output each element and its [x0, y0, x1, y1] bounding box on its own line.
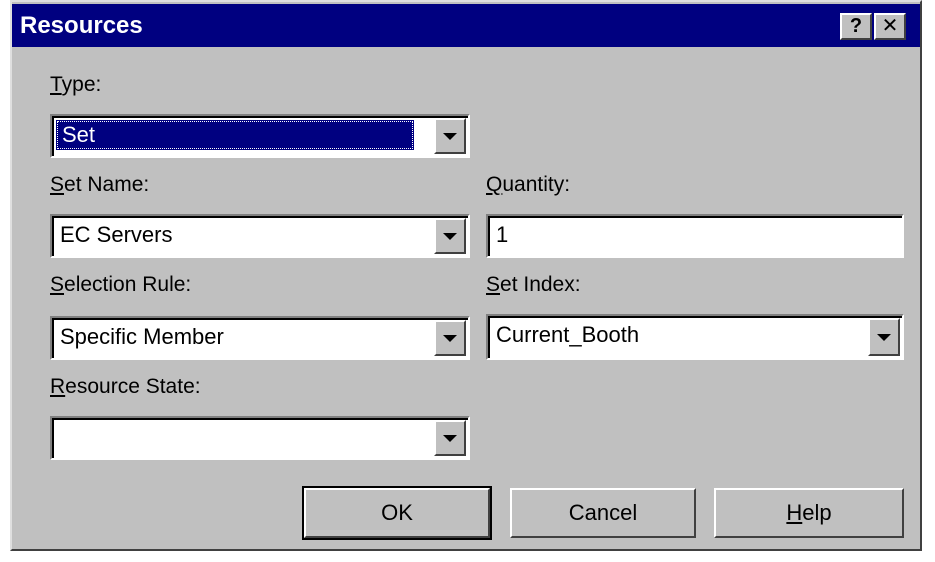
help-button-label: Help	[786, 500, 832, 525]
set-index-label: Set Index:	[486, 273, 581, 296]
set-index-value: Current_Booth	[496, 322, 640, 347]
quantity-label: Quantity:	[486, 173, 571, 196]
selection-rule-label: Selection Rule:	[50, 273, 192, 296]
help-button[interactable]: Help	[714, 488, 904, 538]
type-label: Type:	[50, 73, 102, 96]
set-name-dropdown[interactable]: EC Servers	[50, 214, 470, 258]
cancel-button[interactable]: Cancel	[510, 488, 696, 538]
resource-state-dropdown-button[interactable]	[434, 420, 466, 456]
set-name-value: EC Servers	[60, 222, 173, 247]
type-dropdown[interactable]: Set	[50, 114, 470, 158]
resource-state-label: Resource State:	[50, 375, 201, 398]
chevron-down-icon	[443, 233, 457, 240]
cancel-button-label: Cancel	[568, 500, 638, 525]
set-name-label: Set Name:	[50, 173, 150, 196]
set-index-dropdown-button[interactable]	[868, 318, 900, 356]
ok-button-label: OK	[381, 500, 413, 525]
selection-rule-dropdown[interactable]: Specific Member	[50, 316, 470, 360]
chevron-down-icon	[443, 133, 457, 140]
ok-button[interactable]: OK	[302, 486, 492, 540]
chevron-down-icon	[443, 435, 457, 442]
close-icon: ✕	[881, 15, 899, 37]
type-dropdown-button[interactable]	[434, 118, 466, 154]
set-index-dropdown[interactable]: Current_Booth	[486, 314, 904, 360]
window-title: Resources	[20, 12, 143, 39]
chevron-down-icon	[877, 334, 891, 341]
selection-rule-dropdown-button[interactable]	[434, 320, 466, 356]
help-title-button[interactable]: ?	[840, 13, 872, 40]
type-selected-value: Set	[56, 120, 414, 150]
resources-dialog: Resources ? ✕ Type: Set Set Name: EC Ser…	[10, 0, 922, 551]
resource-state-dropdown[interactable]	[50, 416, 470, 460]
quantity-input[interactable]: 1	[486, 214, 904, 258]
close-title-button[interactable]: ✕	[874, 13, 906, 40]
chevron-down-icon	[443, 335, 457, 342]
title-bar[interactable]: Resources ? ✕	[12, 4, 920, 47]
set-name-dropdown-button[interactable]	[434, 218, 466, 254]
selection-rule-value: Specific Member	[60, 324, 224, 349]
quantity-value: 1	[496, 222, 509, 247]
question-mark-icon: ?	[849, 15, 863, 37]
